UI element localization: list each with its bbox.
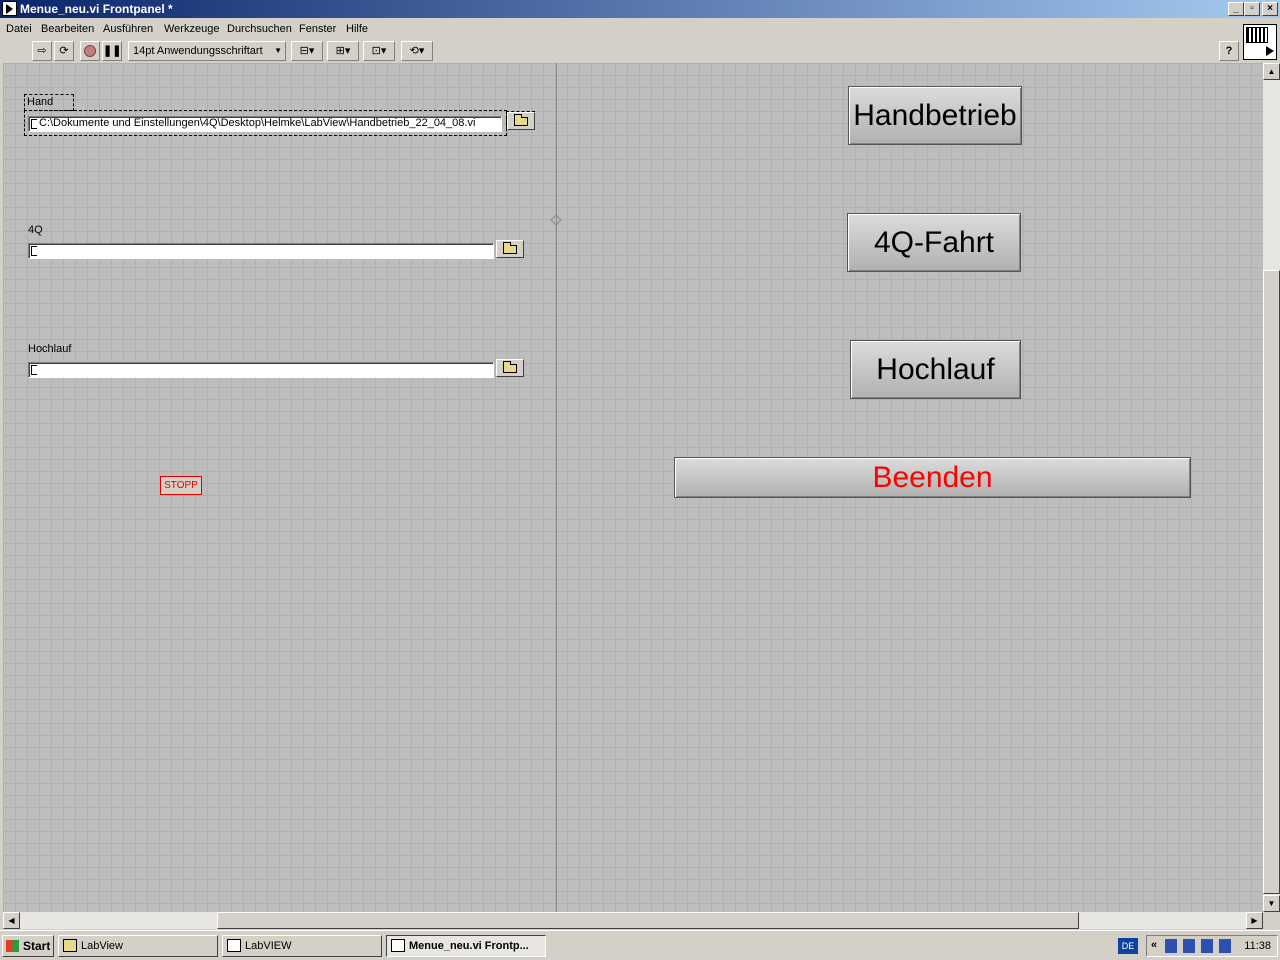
task-label: LabVIEW xyxy=(245,940,292,952)
vi-icon xyxy=(391,939,405,952)
scroll-up-icon[interactable]: ▲ xyxy=(1263,63,1280,80)
q4-browse-button[interactable] xyxy=(496,240,524,258)
window-title: Menue_neu.vi Frontpanel * xyxy=(20,2,173,16)
hand-path-value: C:\Dokumente und Einstellungen\4Q\Deskto… xyxy=(39,117,476,129)
restore-button[interactable]: ▫ xyxy=(1244,2,1260,16)
chevron-down-icon: ▼ xyxy=(274,46,282,55)
front-panel[interactable]: Hand C:\Dokumente und Einstellungen\4Q\D… xyxy=(3,63,1263,912)
font-select[interactable]: 14pt Anwendungsschriftart ▼ xyxy=(128,41,286,61)
toolbar: ⇨ ⟳ ❚❚ 14pt Anwendungsschriftart ▼ ⊟▾ ⊞▾ … xyxy=(0,39,1240,63)
align-objects-icon[interactable]: ⊟▾ xyxy=(291,41,323,61)
task-labview-app[interactable]: LabVIEW xyxy=(222,935,382,957)
stop-button[interactable]: STOPP xyxy=(160,476,202,495)
minimize-button[interactable]: _ xyxy=(1228,2,1244,16)
path-icon xyxy=(31,246,37,256)
menu-ausfuehren[interactable]: Ausführen xyxy=(103,23,153,35)
4q-fahrt-button[interactable]: 4Q-Fahrt xyxy=(847,213,1021,272)
abort-icon[interactable] xyxy=(80,41,100,61)
task-label: Menue_neu.vi Frontp... xyxy=(409,940,529,952)
vi-connector-icon[interactable] xyxy=(1243,24,1277,60)
labview-icon xyxy=(227,939,241,952)
scroll-down-icon[interactable]: ▼ xyxy=(1263,895,1280,912)
menu-durchsuchen[interactable]: Durchsuchen xyxy=(227,23,292,35)
reorder-icon[interactable]: ⟲▾ xyxy=(401,41,433,61)
start-label: Start xyxy=(23,939,51,953)
tray-icons[interactable] xyxy=(1165,939,1235,953)
font-select-value: 14pt Anwendungsschriftart xyxy=(133,45,263,57)
labview-vi-icon xyxy=(2,1,17,16)
panel-divider xyxy=(556,63,557,912)
hand-label: Hand xyxy=(27,96,54,108)
horizontal-scroll-thumb[interactable] xyxy=(217,912,1079,929)
task-labview-folder[interactable]: LabView xyxy=(58,935,218,957)
distribute-objects-icon[interactable]: ⊞▾ xyxy=(327,41,359,61)
run-continuously-icon[interactable]: ⟳ xyxy=(54,41,74,61)
connector-pane-icon xyxy=(1246,27,1268,43)
menu-datei[interactable]: Datei xyxy=(6,23,32,35)
path-icon xyxy=(31,119,37,129)
scroll-left-icon[interactable]: ◀ xyxy=(3,912,20,929)
hochlauf-button[interactable]: Hochlauf xyxy=(850,340,1021,399)
menu-hilfe[interactable]: Hilfe xyxy=(346,23,368,35)
language-indicator[interactable]: DE xyxy=(1118,938,1138,954)
hand-browse-button[interactable] xyxy=(507,112,535,130)
folder-open-icon xyxy=(503,360,517,373)
vertical-scrollbar[interactable]: ▲ ▼ xyxy=(1263,63,1280,912)
help-icon[interactable]: ? xyxy=(1219,41,1239,61)
menu-werkzeuge[interactable]: Werkzeuge xyxy=(164,23,219,35)
tray-expand-icon[interactable]: « xyxy=(1151,939,1157,951)
q4-path-input[interactable] xyxy=(28,243,494,259)
desktop: Menue_neu.vi Frontpanel * _ ▫ × Datei Be… xyxy=(0,0,1280,960)
folder-open-icon xyxy=(503,241,517,254)
folder-open-icon xyxy=(514,113,528,126)
hochlauf-browse-button[interactable] xyxy=(496,359,524,377)
resize-objects-icon[interactable]: ⊡▾ xyxy=(363,41,395,61)
menu-bearbeiten[interactable]: Bearbeiten xyxy=(41,23,94,35)
beenden-button[interactable]: Beenden xyxy=(674,457,1191,498)
system-tray: « 11:38 xyxy=(1146,935,1278,957)
vertical-scroll-thumb[interactable] xyxy=(1263,270,1280,894)
hochlauf-label: Hochlauf xyxy=(28,343,72,355)
menu-fenster[interactable]: Fenster xyxy=(299,23,336,35)
taskbar: Start LabView LabVIEW Menue_neu.vi Front… xyxy=(0,930,1280,960)
task-menue-frontpanel[interactable]: Menue_neu.vi Frontp... xyxy=(386,935,546,957)
task-label: LabView xyxy=(81,940,123,952)
horizontal-scrollbar[interactable]: ◀ ▶ xyxy=(3,912,1263,929)
folder-icon xyxy=(63,939,77,952)
title-bar[interactable]: Menue_neu.vi Frontpanel * _ ▫ × xyxy=(0,0,1280,18)
hochlauf-path-input[interactable] xyxy=(28,362,494,378)
hand-path-input[interactable]: C:\Dokumente und Einstellungen\4Q\Deskto… xyxy=(28,116,502,132)
path-icon xyxy=(31,365,37,375)
close-button[interactable]: × xyxy=(1262,2,1278,16)
windows-logo-icon xyxy=(6,940,19,952)
clock: 11:38 xyxy=(1244,940,1271,952)
handbetrieb-button[interactable]: Handbetrieb xyxy=(848,86,1022,145)
run-arrow-icon[interactable]: ⇨ xyxy=(32,41,52,61)
origin-marker xyxy=(550,214,562,226)
q4-label: 4Q xyxy=(28,224,43,236)
menu-bar: Datei Bearbeiten Ausführen Werkzeuge Dur… xyxy=(0,20,1240,39)
start-button[interactable]: Start xyxy=(2,935,54,957)
vi-run-icon xyxy=(1266,46,1274,56)
pause-icon[interactable]: ❚❚ xyxy=(102,41,122,61)
scroll-right-icon[interactable]: ▶ xyxy=(1246,912,1263,929)
